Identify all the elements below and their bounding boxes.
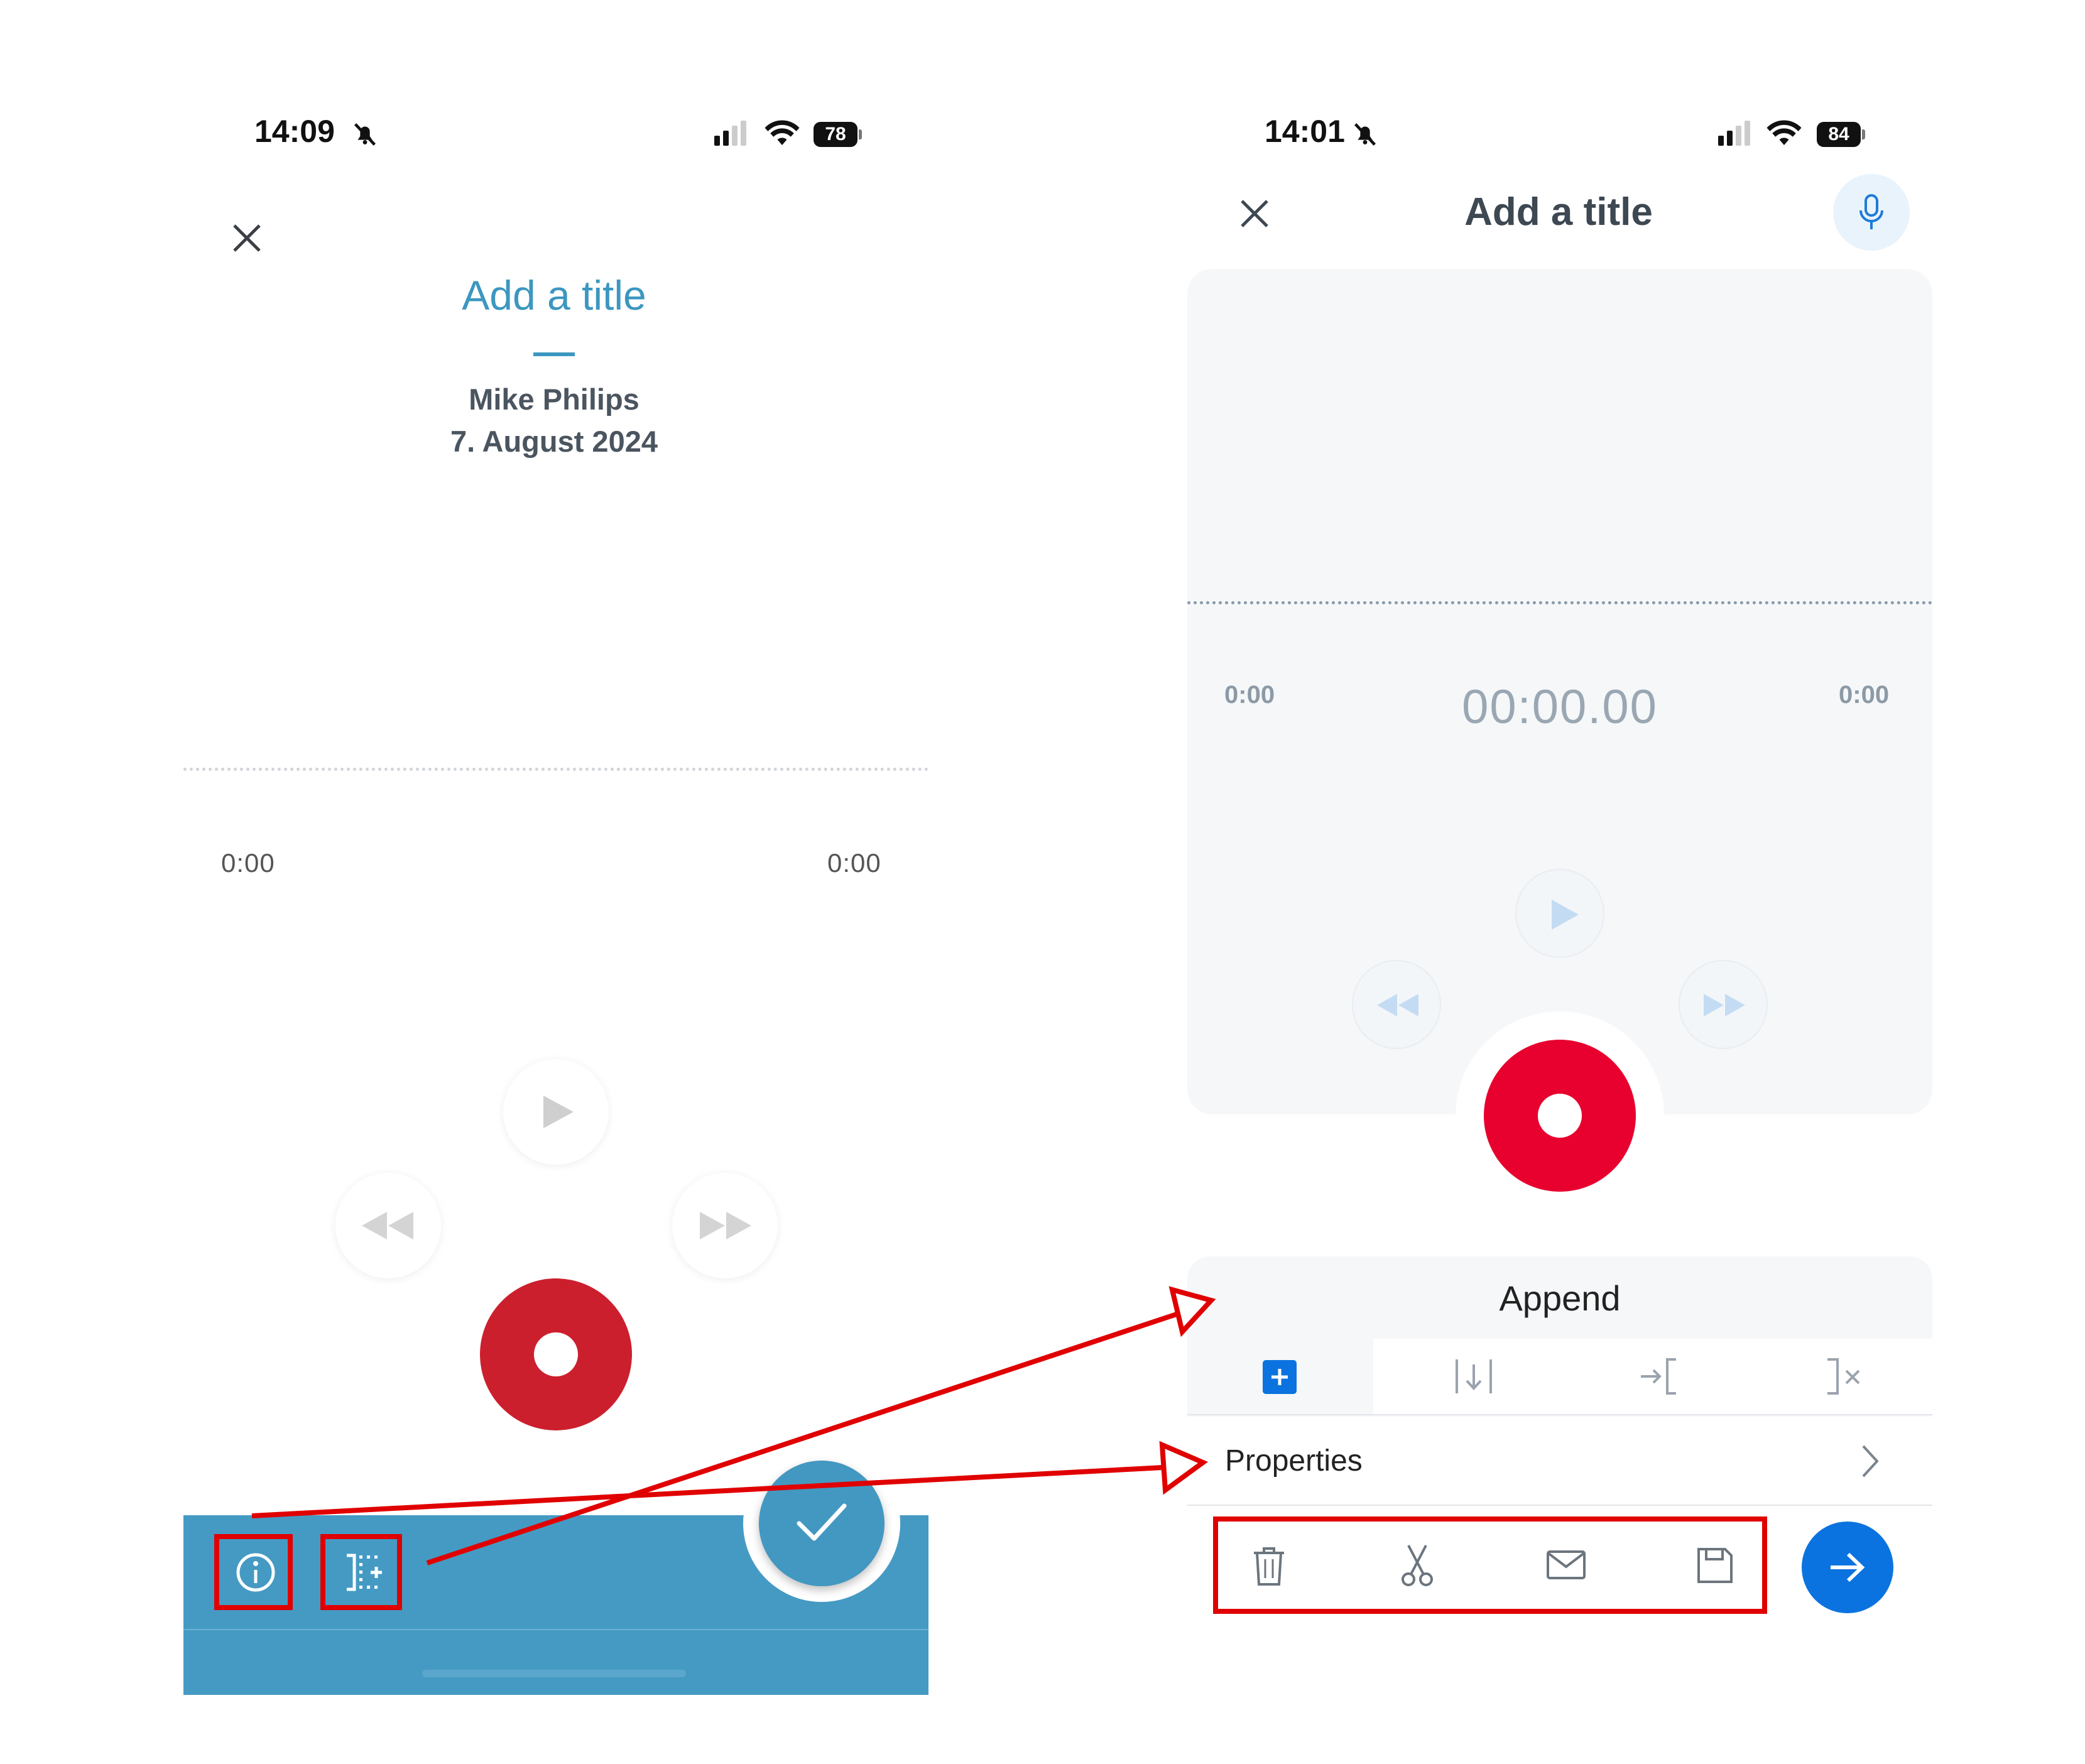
arrow-append-to-mode xyxy=(426,1309,1185,1565)
arrowhead-append xyxy=(1168,1286,1216,1337)
arrow-info-to-properties xyxy=(251,1464,1175,1518)
arrowhead-properties xyxy=(1159,1440,1209,1495)
annotation-arrows xyxy=(251,1286,1216,1565)
